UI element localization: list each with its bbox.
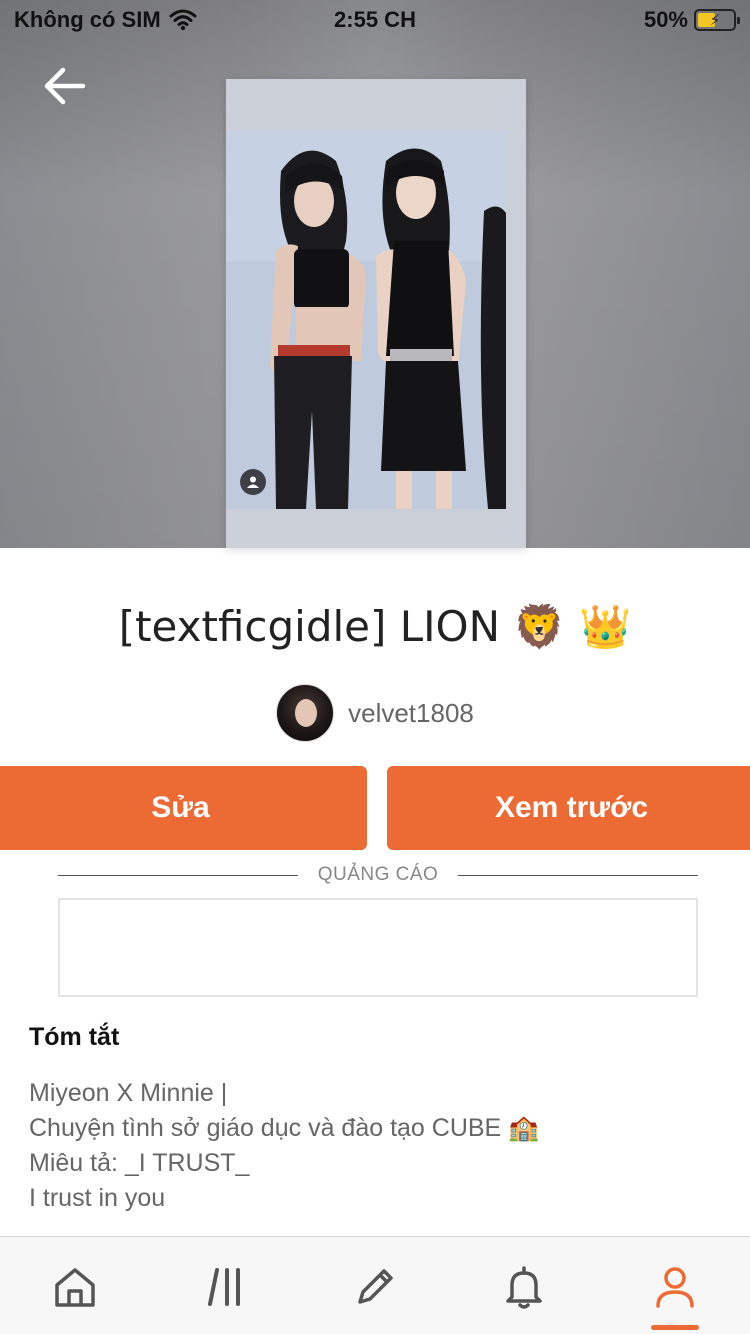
nav-write[interactable] (345, 1259, 405, 1315)
status-time: 2:55 CH (334, 7, 416, 32)
summary-line: Miyeon X Minnie | (29, 1079, 228, 1107)
summary-heading: Tóm tắt (29, 1023, 120, 1051)
ad-label-row: QUẢNG CÁO (58, 862, 698, 888)
bell-icon (506, 1266, 542, 1309)
cover-photo (226, 131, 506, 509)
summary-line: I trust in you (29, 1184, 166, 1212)
author-row[interactable]: velvet1808 (0, 684, 750, 742)
battery-percent: 50% (643, 7, 688, 32)
bottom-nav (0, 1236, 750, 1334)
author-name[interactable]: velvet1808 (348, 698, 474, 729)
edit-button[interactable]: Sửa (0, 766, 367, 850)
nav-home[interactable] (45, 1259, 105, 1315)
active-tab-indicator (651, 1325, 699, 1330)
avatar[interactable] (276, 684, 335, 742)
cover-illustration (226, 131, 506, 509)
summary-text: Miyeon X Minnie | Chuyện tình sở giáo dụ… (29, 1076, 539, 1216)
user-icon (240, 469, 266, 495)
nav-profile[interactable] (645, 1259, 705, 1315)
nav-notifications[interactable] (494, 1259, 554, 1315)
summary-line: Miêu tả: _I TRUST_ (29, 1149, 250, 1177)
bolt-icon: ⚡ (709, 12, 721, 29)
story-cover[interactable] (226, 79, 526, 548)
summary-line: Chuyện tình sở giáo dục và đào tạo CUBE … (29, 1114, 540, 1142)
back-button[interactable] (38, 60, 90, 112)
status-battery-group: 50% ⚡ (643, 7, 740, 33)
profile-icon (656, 1267, 694, 1308)
nav-library[interactable] (196, 1259, 256, 1315)
library-icon (208, 1268, 240, 1306)
arrow-left-icon (44, 67, 86, 105)
home-icon (55, 1268, 95, 1307)
battery-charging-icon: ⚡ (694, 9, 740, 31)
write-icon (358, 1269, 393, 1304)
preview-button[interactable]: Xem trước (387, 766, 750, 850)
ad-slot[interactable] (58, 898, 698, 997)
ad-label: QUẢNG CÁO (317, 864, 439, 885)
divider (458, 874, 698, 876)
divider (58, 874, 298, 876)
story-title: [textficgidle] LION 🦁 👑 (118, 602, 632, 651)
status-bar: Không có SIM 2:55 CH 50% ⚡ (0, 0, 750, 40)
